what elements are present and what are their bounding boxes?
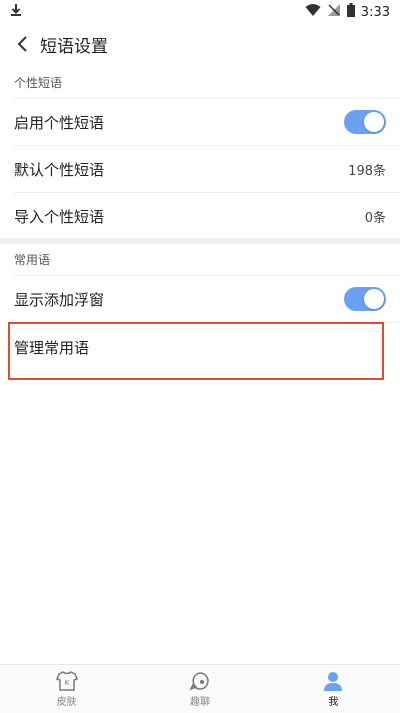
signal-off-icon — [327, 3, 341, 21]
chevron-left-icon — [17, 36, 27, 52]
download-icon — [10, 3, 22, 21]
toggle-knob — [364, 289, 384, 309]
row-label: 默认个性短语 — [14, 160, 105, 179]
section-label-personal: 个性短语 — [14, 76, 63, 90]
bottom-nav: K 皮肤 趣聊 我 — [0, 664, 400, 713]
battery-icon — [346, 3, 355, 21]
nav-label: 趣聊 — [189, 696, 210, 708]
enable-personal-phrases-row[interactable]: 启用个性短语 — [0, 99, 400, 145]
row-label: 启用个性短语 — [14, 113, 105, 132]
section-separator — [0, 238, 400, 244]
import-personal-phrases-row[interactable]: 导入个性短语 0条 — [0, 193, 400, 239]
enable-personal-phrases-toggle[interactable] — [344, 110, 386, 134]
wifi-icon — [305, 3, 321, 21]
row-label: 显示添加浮窗 — [14, 290, 105, 309]
svg-text:K: K — [64, 679, 69, 687]
shirt-icon: K — [55, 670, 78, 691]
row-value: 198条 — [348, 163, 386, 179]
row-label: 导入个性短语 — [14, 207, 105, 226]
row-value: 0条 — [364, 210, 386, 226]
nav-item-me[interactable]: 我 — [283, 671, 383, 708]
nav-label: 皮肤 — [56, 696, 77, 708]
show-add-floating-window-row[interactable]: 显示添加浮窗 — [0, 276, 400, 322]
status-bar: 3:33 — [0, 0, 400, 24]
default-personal-phrases-row[interactable]: 默认个性短语 198条 — [0, 146, 400, 192]
highlight-box — [8, 322, 384, 380]
nav-item-skin[interactable]: K 皮肤 — [17, 670, 117, 708]
nav-item-fun-chat[interactable]: 趣聊 — [150, 671, 250, 708]
show-add-floating-window-toggle[interactable] — [344, 287, 386, 311]
nav-label: 我 — [328, 696, 339, 708]
page-title: 短语设置 — [40, 36, 108, 57]
status-time: 3:33 — [360, 4, 390, 20]
section-label-common: 常用语 — [14, 253, 51, 267]
person-icon — [324, 671, 343, 691]
chat-icon — [189, 671, 209, 690]
app-header: 短语设置 — [0, 24, 400, 64]
toggle-knob — [364, 112, 384, 132]
back-button[interactable] — [8, 24, 36, 64]
